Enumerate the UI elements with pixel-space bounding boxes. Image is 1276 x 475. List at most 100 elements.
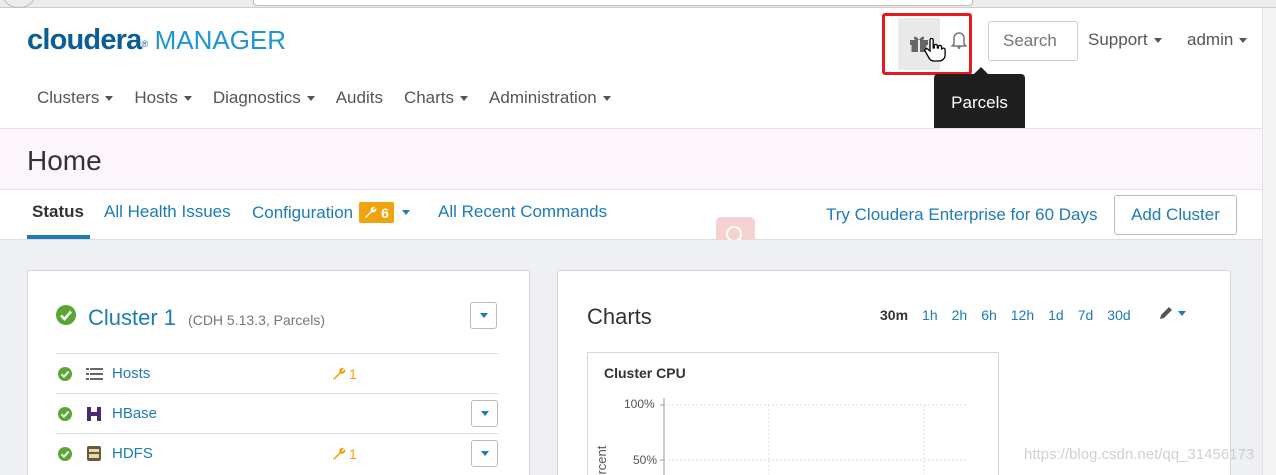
config-issue-count: 1 [349,366,357,382]
tab-label: Status [32,202,84,221]
caret-down-icon[interactable] [401,210,410,215]
caret-down-icon [1153,37,1162,43]
caret-down-icon [460,95,469,101]
y-axis-title: percent [594,445,609,475]
user-menu[interactable]: admin [1187,30,1248,50]
nav-diagnostics[interactable]: Diagnostics [213,88,315,108]
nav-charts[interactable]: Charts [403,88,469,108]
range-1h[interactable]: 1h [922,307,938,323]
config-issue-indicator[interactable]: 1 [332,366,357,382]
nav-label: Diagnostics [212,88,301,107]
cluster-details: (CDH 5.13.3, Parcels) [188,312,325,328]
logo-wordmark: cloudera [27,24,142,56]
hand-cursor-icon [924,38,946,62]
caret-down-icon [602,95,611,101]
nav-audits[interactable]: Audits [336,88,383,108]
page-title: Home [27,145,102,176]
range-30m[interactable]: 30m [880,307,908,323]
logo-registered-mark: ® [141,39,148,49]
service-name-link[interactable]: HDFS [112,445,153,462]
nav-label: Audits [335,88,383,107]
caret-down-icon [105,95,114,101]
nav-label: Administration [489,88,597,107]
charts-card: Charts 30m 1h 2h 6h 12h 1d 7d 30d Cluste… [557,270,1231,475]
browser-back-button[interactable] [4,0,34,8]
trial-link[interactable]: Try Cloudera Enterprise for 60 Days [826,205,1097,225]
cluster-cpu-chart[interactable]: Cluster CPU 100% 50% percent [587,352,999,475]
config-issue-indicator[interactable]: 1 [332,446,357,462]
y-tick-label: 100% [624,397,655,411]
range-12h[interactable]: 12h [1011,307,1034,323]
service-row-hbase: HBase [56,393,498,433]
home-content: Cluster 1 (CDH 5.13.3, Parcels) Hosts 1 [0,240,1262,475]
caret-down-icon [480,411,489,416]
y-tick-label: 50% [633,453,658,467]
status-ok-icon [58,366,72,381]
range-7d[interactable]: 7d [1078,307,1094,323]
service-row-hdfs: HDFS 1 [56,433,498,473]
range-1d[interactable]: 1d [1048,307,1064,323]
watermark: https://blog.csdn.net/qq_31456173 [1024,446,1255,463]
config-issues-badge: 6 [359,202,394,223]
service-actions-dropdown[interactable] [471,400,498,427]
tab-all-health-issues[interactable]: All Health Issues [104,202,231,222]
tab-status[interactable]: Status [32,202,84,222]
tab-all-recent-commands[interactable]: All Recent Commands [438,202,607,222]
nav-label: Charts [403,88,455,107]
wrench-icon [333,367,346,380]
search-input[interactable] [988,21,1078,61]
logo-product-name: MANAGER [154,25,287,55]
hbase-icon [86,406,106,422]
charts-title: Charts [587,304,652,329]
caret-down-icon [479,313,488,318]
nav-administration[interactable]: Administration [489,88,611,108]
service-name-link[interactable]: HBase [112,405,157,422]
config-issues-count: 6 [381,204,389,221]
service-row-hosts: Hosts 1 [56,353,498,393]
cluster-actions-dropdown[interactable] [470,302,497,329]
caret-down-icon [480,451,489,456]
browser-chrome [0,0,1276,8]
range-6h[interactable]: 6h [981,307,997,323]
status-ok-icon [58,446,72,461]
main-navigation: Clusters Hosts Diagnostics Audits Charts… [37,88,632,108]
service-actions-dropdown[interactable] [471,440,498,467]
caret-down-icon [183,95,192,101]
tab-configuration[interactable]: Configuration 6 [252,202,410,223]
tab-label: Configuration [252,202,354,222]
wrench-icon [333,447,346,460]
caret-down-icon [1239,37,1248,43]
nav-hosts[interactable]: Hosts [134,88,192,108]
support-label: Support [1088,30,1148,49]
status-ok-icon [56,305,76,325]
cluster-name-link[interactable]: Cluster 1 [88,305,176,331]
range-30d[interactable]: 30d [1107,307,1130,323]
user-label: admin [1187,30,1234,49]
nav-clusters[interactable]: Clusters [37,88,114,108]
hdfs-icon [86,445,106,462]
browser-address-bar[interactable] [253,0,973,6]
add-cluster-button[interactable]: Add Cluster [1114,195,1237,235]
support-menu[interactable]: Support [1088,30,1162,50]
caret-down-icon [1178,310,1186,316]
parcels-tooltip: Parcels [934,67,1025,131]
status-ok-icon [58,406,72,421]
home-tabs: Status All Health Issues Configuration 6… [0,190,1262,240]
tab-label: All Recent Commands [438,202,608,221]
service-name-link[interactable]: Hosts [112,365,150,382]
page-header-bar: Home [0,128,1262,190]
nav-label: Hosts [134,88,178,107]
nav-label: Clusters [37,88,100,107]
range-2h[interactable]: 2h [952,307,968,323]
edit-charts-dropdown[interactable] [1158,305,1186,321]
pencil-icon [1160,307,1172,319]
hosts-list-icon [86,367,106,380]
cluster-card: Cluster 1 (CDH 5.13.3, Parcels) Hosts 1 [27,270,530,475]
active-tab-indicator [27,235,90,239]
cloudera-manager-logo[interactable]: cloudera® MANAGER [27,24,286,56]
time-range-selector: 30m 1h 2h 6h 12h 1d 7d 30d [880,307,1145,323]
tab-label: All Health Issues [104,202,231,221]
trial-label: Try Cloudera Enterprise for 60 Days [826,205,1098,224]
page-scrollbar[interactable] [1262,8,1276,475]
caret-down-icon [306,95,315,101]
